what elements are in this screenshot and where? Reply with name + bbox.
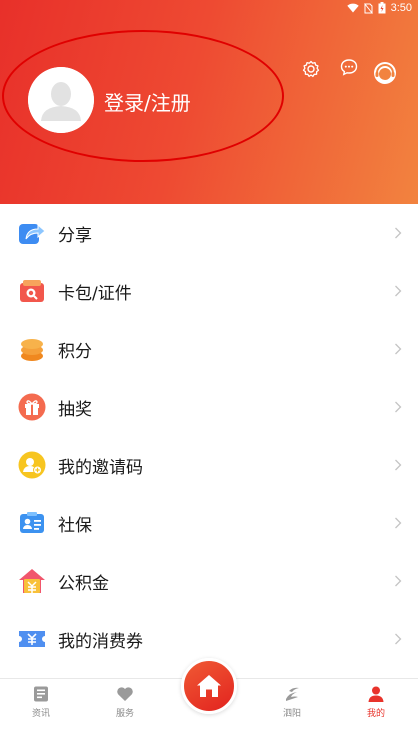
housing-fund-icon	[19, 569, 45, 593]
menu-item-label: 积分	[58, 341, 92, 362]
menu-item-label: 我的消费券	[58, 631, 143, 652]
card-wallet-icon	[20, 280, 44, 302]
tab-label: 泗阳	[282, 709, 301, 719]
messages-button[interactable]	[338, 56, 360, 78]
menu-item-label: 社保	[58, 515, 92, 536]
gear-icon	[302, 60, 320, 78]
menu-item-card-wallet[interactable]: 卡包/证件	[0, 262, 418, 320]
chevron-right-icon	[395, 285, 402, 297]
menu-item-lottery[interactable]: 抽奖	[0, 378, 418, 436]
news-icon	[34, 686, 48, 702]
tab-news[interactable]: 资讯	[11, 685, 71, 719]
heart-icon	[117, 687, 133, 701]
chevron-right-icon	[395, 517, 402, 529]
highlight-ellipse	[2, 30, 284, 162]
menu-item-points[interactable]: 积分	[0, 320, 418, 378]
tab-mine[interactable]: 我的	[346, 685, 406, 719]
battery-icon	[378, 2, 386, 14]
tab-label: 资讯	[31, 709, 50, 719]
tab-services[interactable]: 服务	[95, 685, 155, 719]
menu-item-label: 公积金	[58, 573, 109, 594]
chevron-right-icon	[395, 343, 402, 355]
status-time: 3:50	[390, 2, 412, 14]
menu-item-social-security[interactable]: 社保	[0, 494, 418, 552]
menu-item-label: 抽奖	[58, 399, 92, 420]
settings-button[interactable]	[300, 58, 322, 80]
tab-siyang[interactable]: 泗阳	[262, 685, 322, 719]
user-icon	[368, 686, 384, 702]
no-sim-icon	[363, 2, 373, 14]
coupon-icon	[19, 631, 45, 647]
home-icon	[197, 675, 221, 697]
menu-item-label: 分享	[58, 225, 92, 246]
social-security-icon	[20, 512, 44, 533]
menu-item-housing-fund[interactable]: 公积金	[0, 552, 418, 610]
profile-header: 3:50 登录/注册	[0, 0, 418, 204]
invite-code-icon	[18, 451, 46, 479]
tab-label: 服务	[115, 709, 134, 719]
points-coins-icon	[21, 339, 43, 361]
menu-item-invite-code[interactable]: 我的邀请码	[0, 436, 418, 494]
customer-service-button[interactable]	[372, 60, 398, 86]
city-logo-icon	[286, 687, 299, 701]
home-button[interactable]	[181, 658, 237, 714]
headset-service-icon	[374, 62, 396, 84]
gift-icon	[18, 393, 46, 421]
chevron-right-icon	[395, 633, 402, 645]
menu-item-label: 我的邀请码	[58, 457, 143, 478]
menu-item-share[interactable]: 分享	[0, 204, 418, 262]
status-bar: 3:50	[0, 0, 418, 18]
chevron-right-icon	[395, 575, 402, 587]
tab-label: 我的	[366, 709, 385, 719]
chat-bubble-icon	[340, 59, 358, 76]
chevron-right-icon	[395, 401, 402, 413]
menu-item-label: 卡包/证件	[58, 283, 132, 304]
chevron-right-icon	[395, 459, 402, 471]
share-icon	[19, 223, 46, 244]
menu-list: 分享 卡包/证件 积分 抽奖 我的邀请码 社保 公积金 我的消费券	[0, 204, 418, 668]
wifi-icon	[346, 3, 359, 13]
chevron-right-icon	[395, 227, 402, 239]
